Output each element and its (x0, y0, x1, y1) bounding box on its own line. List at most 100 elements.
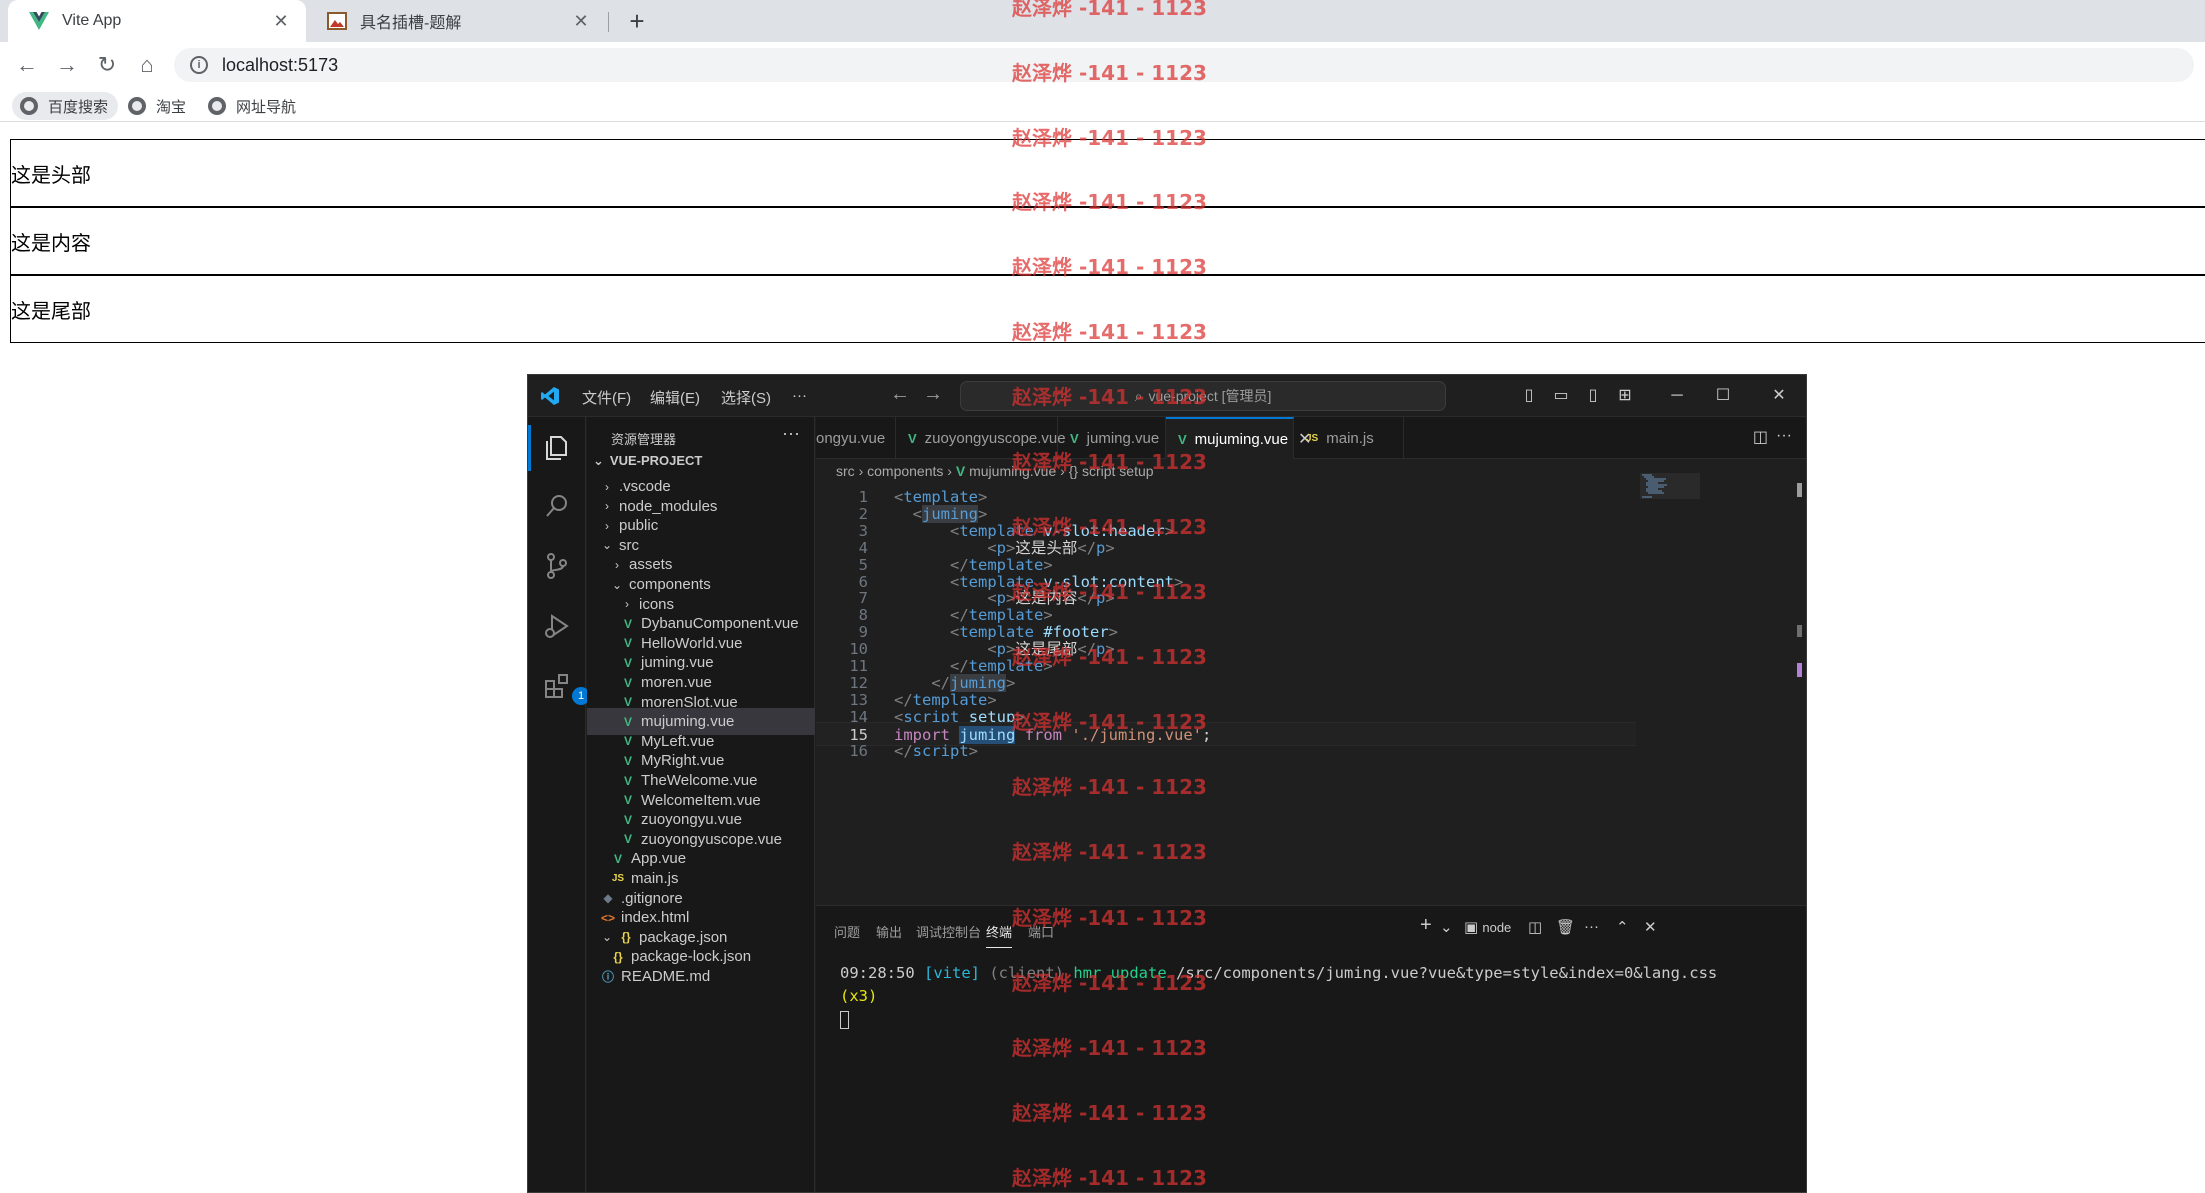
maximize-icon[interactable]: ☐ (1712, 385, 1734, 407)
customize-layout-icon[interactable]: ⊞ (1614, 385, 1636, 407)
watermark-text: 赵泽烨 -141 - 1123 (1012, 710, 1207, 734)
minimize-icon[interactable]: ─ (1666, 385, 1688, 407)
toggle-secondary-sidebar-icon[interactable]: ▯ (1582, 385, 1604, 407)
source-control-icon[interactable] (542, 551, 572, 581)
maximize-panel-icon[interactable]: ⌃ (1616, 918, 1629, 936)
vue-file-icon: V (623, 616, 632, 631)
bookmark-label: 百度搜索 (48, 98, 109, 116)
json-file-icon: {} (613, 949, 623, 964)
vue-file-icon: V (623, 793, 632, 808)
chevron-down-icon: ⌄ (593, 453, 604, 468)
back-arrow-icon[interactable]: ← (12, 50, 42, 80)
menu-edit[interactable]: 编辑(E) (650, 387, 700, 408)
terminal-path: /src/components/juming.vue?vue&type=styl… (1176, 964, 1718, 982)
chevron-right-icon: › (625, 597, 629, 612)
editor-tab-label: ongyu.vue (816, 429, 886, 447)
browser-tab-slot-solution[interactable]: 具名插槽-题解 ✕ (306, 0, 606, 42)
watermark-text: 赵泽烨 -141 - 1123 (1012, 840, 1207, 864)
vue-file-icon: V (623, 832, 632, 847)
toggle-panel-icon[interactable]: ▭ (1550, 385, 1572, 407)
editor-tab-label: mujuming.vue (1194, 430, 1289, 448)
editor-tabs: ongyu.vue V zuoyongyuscope.vue V juming.… (816, 417, 1806, 459)
editor-tab-main-js[interactable]: JS main.js (1294, 417, 1404, 459)
menu-more[interactable]: ··· (792, 387, 807, 404)
close-panel-icon[interactable]: ✕ (1644, 918, 1657, 936)
code-line[interactable]: 16 </script> (816, 739, 1636, 763)
chevron-down-icon: ⌄ (611, 577, 623, 592)
breadcrumb-src[interactable]: src (836, 463, 855, 479)
vue-file-icon: V (1178, 431, 1187, 447)
js-file-icon: JS (1306, 432, 1319, 444)
editor-tab-zuoyongyu[interactable]: ongyu.vue (804, 417, 896, 459)
chevron-down-icon: ⌄ (601, 930, 613, 945)
close-tab-icon[interactable]: ✕ (570, 10, 592, 32)
forward-arrow-icon[interactable]: → (52, 50, 82, 80)
extensions-icon[interactable]: 1 (542, 671, 590, 705)
explorer-title: 资源管理器 (611, 432, 677, 447)
terminal-output[interactable]: 09:28:50 [vite] (client) hmr update /src… (840, 962, 1717, 1031)
watermark-text: 赵泽烨 -141 - 1123 (1012, 61, 1207, 85)
chevron-right-icon: › (858, 463, 868, 479)
toggle-sidebar-icon[interactable]: ▯ (1518, 385, 1540, 407)
panel-tab-problems[interactable]: 问题 (834, 922, 860, 941)
vue-file-icon: V (908, 430, 917, 446)
tree-item-label: README.md (621, 968, 711, 985)
nav-forward-icon[interactable]: → (923, 383, 943, 406)
more-actions-icon[interactable]: ··· (782, 423, 800, 444)
vue-file-icon: V (623, 753, 632, 768)
panel-tab-terminal[interactable]: 终端 (986, 922, 1013, 948)
bookmark-nav[interactable]: 网址导航 (200, 92, 306, 120)
split-editor-icon[interactable]: ◫ (1753, 427, 1768, 447)
tree-file[interactable]: ⓘ README.md (587, 963, 815, 990)
panel-tab-output[interactable]: 输出 (876, 922, 902, 941)
bottom-panel: 问题 输出 调试控制台 终端 端口 + ⌄ ▣ node ◫ 🗑 ··· ⌃ ✕… (816, 905, 1806, 1192)
site-info-icon[interactable]: i (190, 56, 208, 74)
bookmark-taobao[interactable]: 淘宝 (120, 92, 196, 120)
panel-tab-debug-console[interactable]: 调试控制台 (916, 922, 981, 941)
run-debug-icon[interactable] (542, 611, 572, 641)
more-actions-icon[interactable]: ··· (1584, 918, 1599, 935)
new-tab-plus-icon[interactable]: + (622, 6, 652, 36)
minimap[interactable] (1640, 473, 1700, 513)
close-window-icon[interactable]: ✕ (1768, 385, 1790, 407)
reload-icon[interactable]: ↻ (92, 50, 122, 80)
menu-selection[interactable]: 选择(S) (721, 387, 771, 408)
vue-file-icon: V (623, 675, 632, 690)
chevron-down-icon[interactable]: ⌄ (1440, 918, 1453, 936)
explorer-icon[interactable] (528, 425, 572, 471)
menu-file[interactable]: 文件(F) (582, 387, 631, 408)
vue-file-icon: V (623, 734, 632, 749)
tab-divider (608, 12, 609, 32)
browser-tab-vite-app[interactable]: Vite App ✕ (8, 0, 306, 42)
browser-tab-title: Vite App (62, 12, 122, 29)
new-terminal-plus-icon[interactable]: + (1420, 914, 1432, 937)
watermark-text: 赵泽烨 -141 - 1123 (1012, 255, 1207, 279)
code-text: </script> (894, 741, 979, 760)
vue-file-icon: V (623, 636, 632, 651)
globe-icon (208, 97, 226, 115)
watermark-text: 赵泽烨 -141 - 1123 (1012, 450, 1207, 474)
bookmark-baidu-search[interactable]: 百度搜索 (12, 92, 119, 120)
project-header[interactable]: ⌄ VUE-PROJECT (593, 453, 702, 469)
terminal-vite-tag: [vite] (924, 964, 980, 982)
chevron-right-icon: › (615, 557, 619, 572)
watermark-text: 赵泽烨 -141 - 1123 (1012, 971, 1207, 995)
line-number: 16 (849, 741, 868, 760)
home-icon[interactable]: ⌂ (132, 50, 162, 80)
breadcrumb-components[interactable]: components (867, 463, 943, 479)
search-icon[interactable] (542, 491, 572, 521)
watermark-text: 赵泽烨 -141 - 1123 (1012, 645, 1207, 669)
watermark-text: 赵泽烨 -141 - 1123 (1012, 320, 1207, 344)
close-tab-icon[interactable]: ✕ (270, 10, 292, 32)
globe-icon (20, 97, 38, 115)
split-terminal-icon[interactable]: ◫ (1528, 918, 1542, 936)
trash-icon[interactable]: 🗑 (1556, 918, 1575, 936)
nav-back-icon[interactable]: ← (890, 383, 910, 406)
more-actions-icon[interactable]: ··· (1776, 427, 1792, 445)
vue-file-icon: V (623, 655, 632, 670)
watermark-text: 赵泽烨 -141 - 1123 (1012, 0, 1207, 20)
terminal-cursor (840, 1010, 849, 1029)
page-footer-text: 这是尾部 (11, 300, 91, 323)
terminal-instance[interactable]: ▣ node (1464, 918, 1511, 936)
editor-tab-label: zuoyongyuscope.vue (924, 429, 1066, 447)
